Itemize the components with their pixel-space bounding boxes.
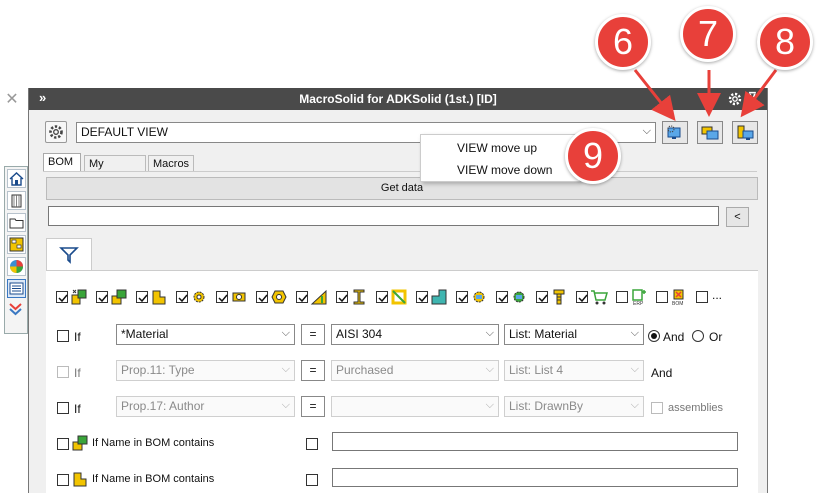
callout-9: 9 [565, 128, 621, 184]
callout-8: 8 [757, 14, 813, 70]
screen: ✕ » MacroSolid for ADKSolid (1st.) [ID] [0, 0, 826, 493]
callout-arrows [633, 69, 778, 122]
callout-7: 7 [680, 6, 736, 62]
callout-6: 6 [595, 14, 651, 70]
